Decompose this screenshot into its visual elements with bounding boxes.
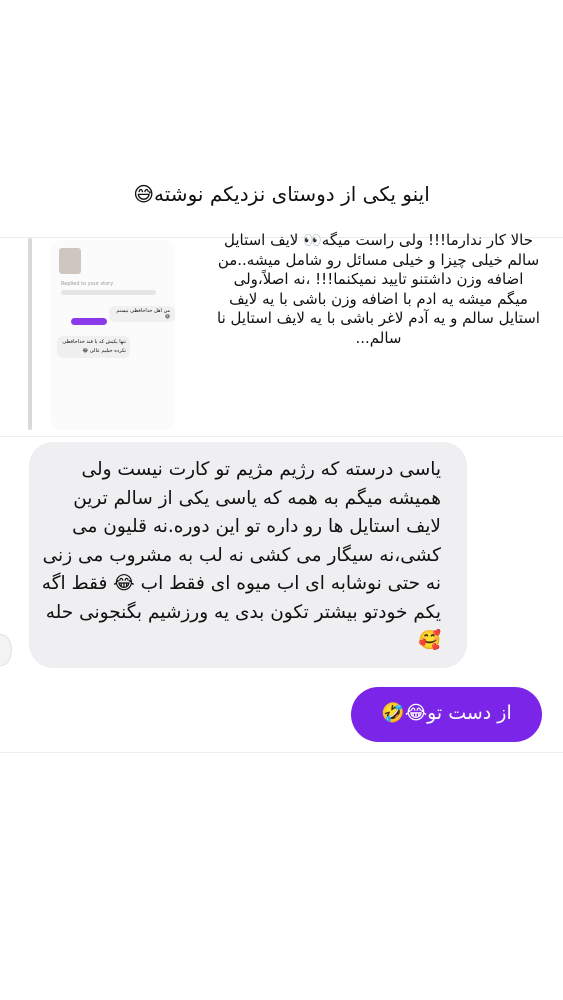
thumbnail-bubble-right: من اهل خداحافظی نیستم😅 [109,306,175,322]
reply-indicator-bar [28,238,32,430]
outgoing-message-text: از دست تو😂🤣 [381,702,512,724]
thumbnail-bubble-left: تنها یکیش که با قند خداحافظی نکرده خیلیم… [57,336,130,358]
incoming-message-bubble[interactable]: یاسی درسته که رژیم مژیم تو کارت نیست ولی… [29,442,467,668]
thumbnail-header: Replied to your story [61,281,114,287]
thumbnail-divider [61,290,156,295]
outgoing-message-bubble[interactable]: از دست تو😂🤣 [351,687,542,742]
thumbnail-image [59,248,81,274]
incoming-message-text: یاسی درسته که رژیم مژیم تو کارت نیست ولی… [41,459,441,651]
story-reply-text: حالا کار ندارما!!! ولی راست میگه👀 لایف ا… [217,231,540,347]
story-thumbnail[interactable]: Replied to your story من اهل خداحافظی نی… [51,240,175,430]
story-caption: اینو یکی از دوستای نزدیکم نوشته😅 [133,182,430,206]
thumbnail-purple-bubble [71,318,107,325]
story-reply-block: Replied to your story من اهل خداحافظی نی… [0,231,563,437]
divider [0,752,563,753]
reaction-button[interactable] [0,634,12,666]
